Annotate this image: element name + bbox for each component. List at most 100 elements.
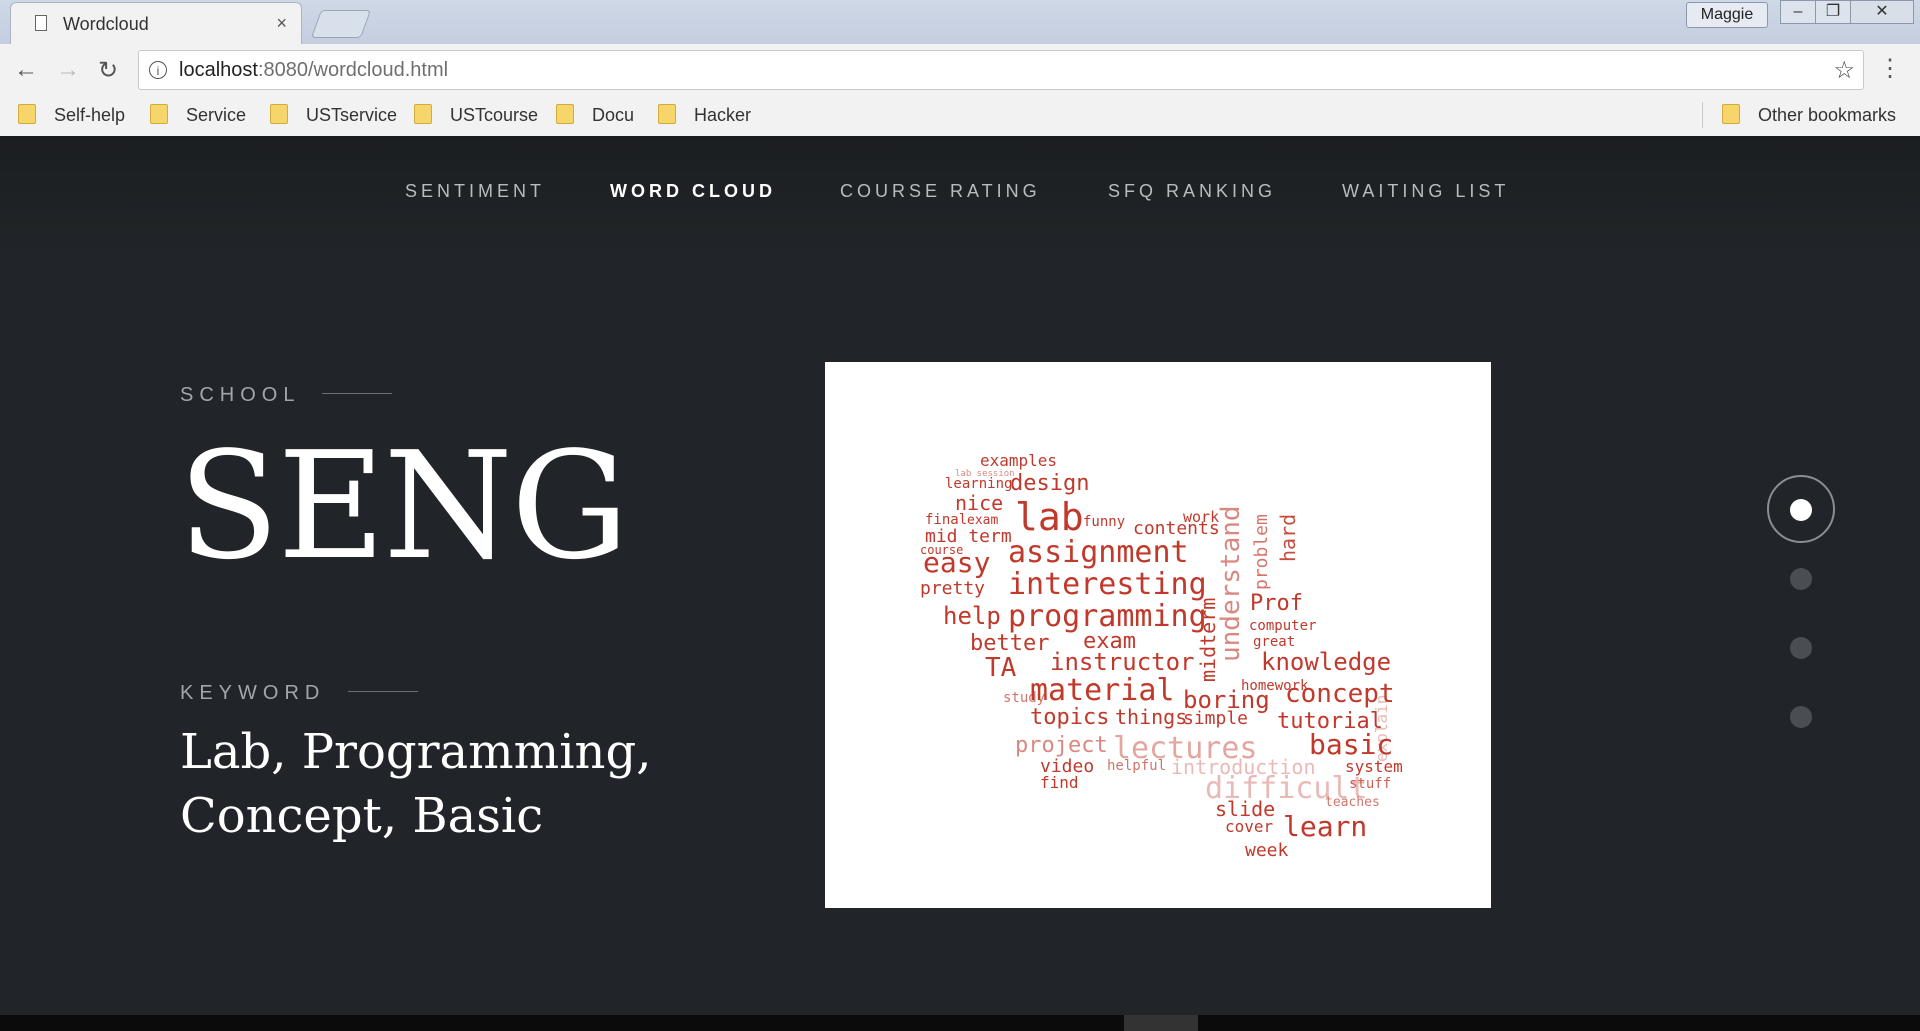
word-cloud-word: teaches [1325, 795, 1380, 810]
bookmark-self-help[interactable]: Self-help [18, 104, 125, 126]
word-cloud-word: knowledge [1261, 648, 1391, 676]
browser-tabstrip: Wordcloud × Maggie – ❐ ✕ [0, 0, 1920, 45]
close-window-icon[interactable]: ✕ [1850, 0, 1914, 24]
pager-dot[interactable] [1790, 568, 1812, 590]
tab-close-icon[interactable]: × [276, 13, 287, 34]
bookmark-label: Docu [592, 105, 635, 125]
word-cloud-svg: exampleslab sessionlearningdesignnicefin… [920, 451, 1403, 861]
word-cloud-word: learn [1283, 810, 1367, 843]
pager-dot[interactable] [1790, 706, 1812, 728]
keyword-list: Lab, Programming, Concept, Basic [180, 720, 700, 848]
taskbar [0, 1015, 1920, 1031]
url-path: :8080/wordcloud.html [257, 59, 449, 81]
folder-icon [150, 104, 168, 124]
bookmark-label: Service [186, 105, 247, 125]
word-cloud-word: helpful [1107, 758, 1166, 774]
word-cloud-word: material [1030, 673, 1175, 708]
browser-toolbar: ← → ↻ i localhost:8080/wordcloud.html ☆ … [0, 44, 1920, 96]
folder-icon [1722, 104, 1740, 124]
nav-word-cloud[interactable]: WORD CLOUD [610, 181, 776, 202]
word-cloud-word: work [1183, 508, 1219, 526]
bookmarks-bar: Self-help Service USTservice USTcourse D… [0, 96, 1920, 137]
word-cloud-word: topics [1030, 705, 1109, 730]
nav-sentiment[interactable]: SENTIMENT [405, 181, 545, 202]
folder-icon [556, 104, 574, 124]
bookmark-ustservice[interactable]: USTservice [270, 104, 397, 126]
keyword-label: KEYWORD [180, 682, 326, 704]
keyword-label-line [348, 691, 418, 692]
word-cloud-word: things [1115, 705, 1187, 729]
bookmark-label: Hacker [694, 105, 752, 125]
word-cloud-word: assignment [1008, 535, 1189, 570]
word-cloud-word: homework [1241, 678, 1309, 694]
bookmarks-separator [1702, 102, 1703, 128]
nav-waiting-list[interactable]: WAITING LIST [1342, 181, 1509, 202]
word-cloud-word: project [1015, 733, 1108, 758]
bookmark-docu[interactable]: Docu [556, 104, 634, 126]
bookmark-label: USTservice [306, 105, 398, 125]
browser-menu-icon[interactable]: ⋮ [1878, 54, 1902, 83]
info-icon[interactable]: i [149, 61, 167, 79]
restore-icon[interactable]: ❐ [1815, 0, 1851, 24]
url-text[interactable]: localhost:8080/wordcloud.html [179, 59, 448, 82]
word-cloud-word: help [943, 602, 1001, 630]
folder-icon [270, 104, 288, 124]
word-cloud-word: interesting [1008, 567, 1207, 602]
school-name: SENG [178, 420, 629, 592]
word-cloud-word: problem [1251, 514, 1272, 590]
browser-tab[interactable]: Wordcloud × [10, 2, 302, 45]
word-cloud-word: design [1010, 471, 1089, 496]
new-tab-button[interactable] [310, 10, 372, 38]
bookmark-label: USTcourse [450, 105, 539, 125]
word-cloud-word: Prof [1250, 591, 1303, 616]
page-icon [35, 15, 47, 31]
address-bar[interactable]: i localhost:8080/wordcloud.html ☆ [138, 50, 1864, 90]
word-cloud-word: understand [1216, 505, 1246, 662]
pager-dot[interactable] [1790, 499, 1812, 521]
keyword-line-1: Lab, Programming, [180, 724, 652, 780]
word-cloud-word: hard [1276, 514, 1300, 562]
word-cloud-word: lab [1015, 495, 1084, 539]
other-bookmarks[interactable]: Other bookmarks [1722, 104, 1896, 126]
taskbar-item[interactable] [1124, 1015, 1198, 1031]
bookmark-ustcourse[interactable]: USTcourse [414, 104, 538, 126]
word-cloud-word: week [1245, 840, 1289, 861]
school-label-line [322, 393, 392, 394]
word-cloud-word: examples [980, 451, 1057, 470]
forward-icon[interactable]: → [56, 56, 80, 84]
word-cloud-word: stuff [1349, 776, 1391, 792]
keyword-line-2: Concept, Basic [180, 788, 544, 844]
nav-sfq-ranking[interactable]: SFQ RANKING [1108, 181, 1276, 202]
bookmark-service[interactable]: Service [150, 104, 246, 126]
word-cloud-word: computer [1249, 618, 1316, 634]
bookmark-label: Self-help [54, 105, 126, 125]
bookmark-star-icon[interactable]: ☆ [1833, 56, 1855, 85]
folder-icon [18, 104, 36, 124]
profile-button[interactable]: Maggie [1686, 2, 1768, 28]
nav-course-rating[interactable]: COURSE RATING [840, 181, 1041, 202]
word-cloud-word: study [1003, 690, 1045, 706]
tab-title: Wordcloud [63, 14, 149, 34]
page-content: SENTIMENT WORD CLOUD COURSE RATING SFQ R… [0, 136, 1920, 1015]
word-cloud-word: explain [1372, 695, 1391, 762]
word-cloud-word: find [1040, 773, 1079, 792]
word-cloud-image: examples lab session learning design nice fin… [825, 362, 1491, 908]
bookmark-label: Other bookmarks [1758, 105, 1897, 125]
minimize-icon[interactable]: – [1780, 0, 1816, 24]
word-cloud-word: midterm [1196, 598, 1220, 682]
pager-dot[interactable] [1790, 637, 1812, 659]
word-cloud-word: funny [1083, 514, 1125, 530]
school-label: SCHOOL [180, 384, 301, 406]
folder-icon [414, 104, 432, 124]
word-cloud-word: simple [1183, 708, 1248, 729]
folder-icon [658, 104, 676, 124]
word-cloud-word: learning [945, 476, 1012, 492]
word-cloud-word: instructor [1050, 648, 1195, 676]
bookmark-hacker[interactable]: Hacker [658, 104, 751, 126]
url-host: localhost [179, 59, 258, 81]
back-icon[interactable]: ← [14, 56, 38, 84]
reload-icon[interactable]: ↻ [98, 56, 118, 85]
top-nav: SENTIMENT WORD CLOUD COURSE RATING SFQ R… [0, 136, 1920, 256]
word-cloud-word: TA [985, 653, 1017, 683]
word-cloud-word: cover [1225, 817, 1274, 836]
